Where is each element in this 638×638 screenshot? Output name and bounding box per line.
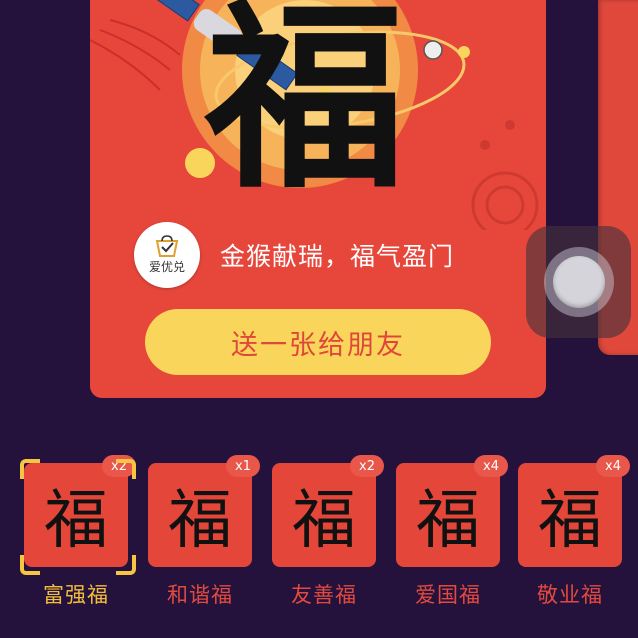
fu-card-aiguo[interactable]: 福 x4 爱国福 (396, 455, 516, 607)
brand-logo: 爱优兑 (134, 222, 200, 288)
fu-illustration: 福 (90, 0, 539, 230)
count-badge: x4 (596, 455, 630, 477)
fu-card-label: 和谐福 (167, 583, 233, 607)
count-badge: x4 (474, 455, 508, 477)
hero-fu-char: 福 (204, 0, 405, 216)
fu-card-tile: 福 (272, 463, 376, 567)
count-badge: x1 (226, 455, 260, 477)
fu-card-selector: 福 x2 富强福 福 x1 和谐福 福 x2 友善福 福 x4 爱国福 福 x4… (0, 455, 638, 638)
fu-card-tile: 福 (148, 463, 252, 567)
fu-card-main: 福 爱优兑 金猴献瑞，福气盈门 送一张给朋友 (90, 0, 546, 398)
fu-card-label: 敬业福 (537, 583, 603, 607)
fu-card-label: 友善福 (291, 583, 357, 607)
shopping-bag-icon (155, 235, 179, 257)
fu-card-tile: 福 (396, 463, 500, 567)
fu-card-label: 富强福 (43, 583, 109, 607)
brand-row: 爱优兑 金猴献瑞，福气盈门 (134, 222, 454, 288)
fu-card-label: 爱国福 (415, 583, 481, 607)
brand-name: 爱优兑 (148, 260, 185, 274)
fu-card-tile: 福 (518, 463, 622, 567)
assistive-touch-button[interactable] (526, 226, 631, 338)
fu-card-fuqiang[interactable]: 福 x2 富强福 (20, 455, 144, 607)
greeting-text: 金猴献瑞，福气盈门 (220, 242, 455, 271)
fu-card-youshan[interactable]: 福 x2 友善福 (272, 455, 392, 607)
count-badge: x2 (350, 455, 384, 477)
fu-card-jingye[interactable]: 福 x4 敬业福 (518, 455, 638, 607)
fu-card-hexie[interactable]: 福 x1 和谐福 (148, 455, 268, 607)
send-to-friend-button[interactable]: 送一张给朋友 (145, 309, 491, 375)
